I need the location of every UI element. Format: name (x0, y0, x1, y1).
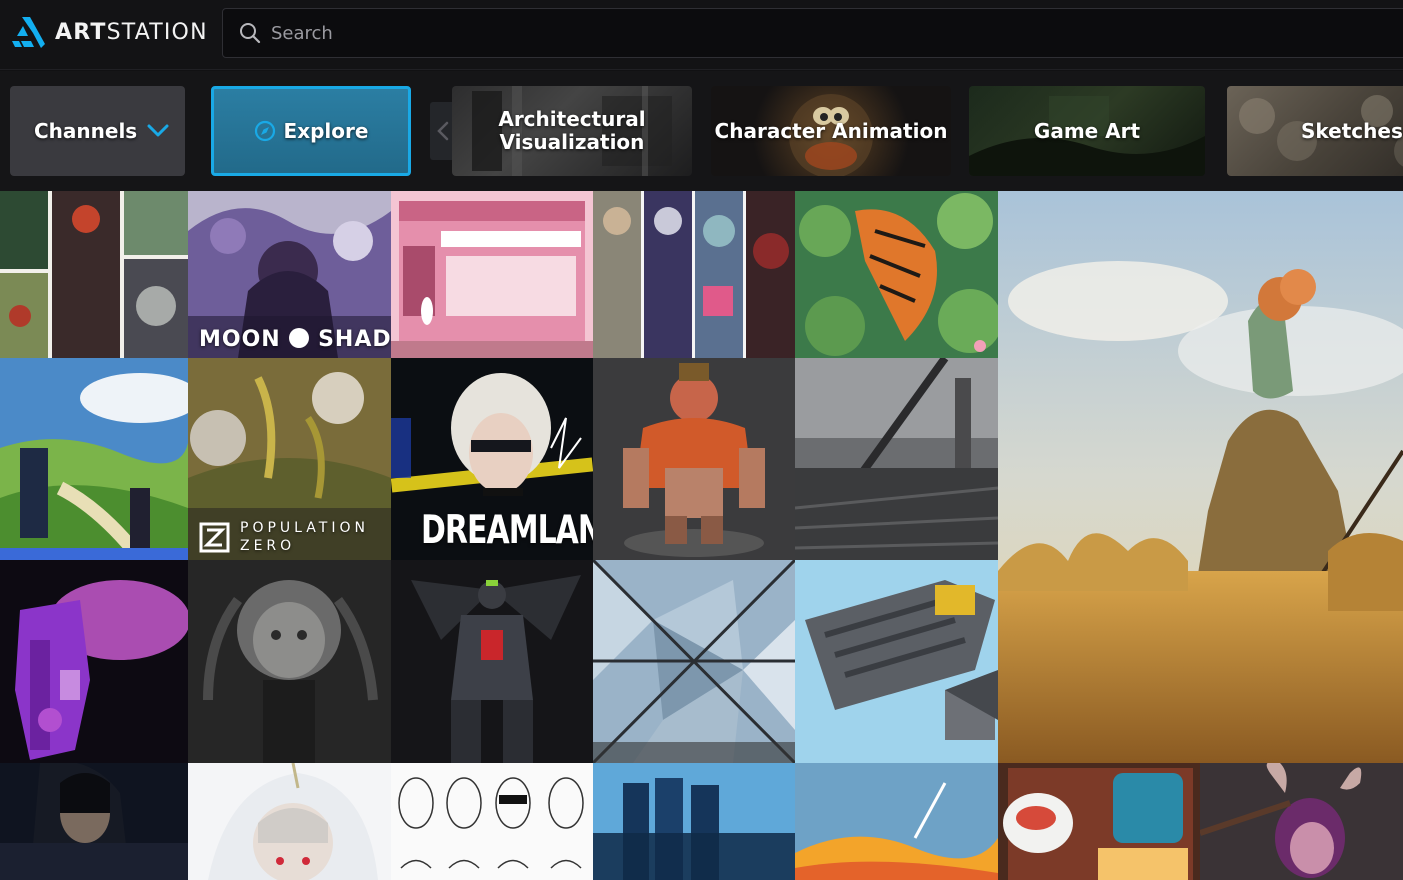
artwork-tile[interactable] (795, 358, 998, 560)
artwork-thumbnail (0, 763, 188, 880)
top-header: ARTSTATION (0, 0, 1403, 70)
artwork-tile[interactable] (593, 358, 795, 560)
artwork-tile[interactable] (0, 560, 188, 763)
artwork-thumbnail (795, 763, 998, 880)
channel-bar: Channels Explore Architectural Visualizat… (0, 71, 1403, 191)
artwork-thumbnail (0, 560, 188, 763)
artwork-tile[interactable] (0, 358, 188, 560)
artwork-tile[interactable] (593, 763, 795, 880)
artwork-thumbnail (391, 763, 593, 880)
artwork-tile-moon-shades[interactable]: MOON SHADES (188, 191, 391, 358)
artwork-thumbnail (1200, 763, 1403, 880)
channel-label: Architectural Visualization (498, 107, 646, 154)
artwork-thumbnail (795, 358, 998, 560)
search-input[interactable] (271, 22, 1171, 44)
artwork-tile[interactable] (0, 763, 188, 880)
logo-text: ARTSTATION (55, 19, 208, 45)
artstation-logo-icon (12, 17, 45, 48)
artwork-thumbnail (593, 358, 795, 560)
population-zero-title: POPULATION (240, 520, 369, 536)
chevron-down-icon (147, 124, 169, 137)
channel-label: Character Animation (714, 118, 948, 143)
artwork-thumbnail (593, 560, 795, 763)
artwork-thumbnail (593, 191, 795, 358)
channel-character-animation[interactable]: Character Animation (711, 86, 951, 176)
channels-dropdown[interactable]: Channels (10, 86, 185, 176)
artwork-tile[interactable] (391, 191, 593, 358)
channel-label: Game Art (1033, 118, 1141, 143)
artwork-tile-population-zero[interactable]: POPULATION ZERO (188, 358, 391, 560)
artwork-tile[interactable] (391, 763, 593, 880)
artwork-thumbnail (998, 191, 1403, 763)
dreamland-title: DREAMLAND (421, 508, 593, 554)
artwork-tile[interactable] (0, 191, 188, 358)
channel-game-art[interactable]: Game Art (969, 86, 1205, 176)
channel-architectural-visualization[interactable]: Architectural Visualization (452, 86, 692, 176)
artwork-thumbnail (188, 763, 391, 880)
search-bar[interactable] (222, 8, 1403, 58)
search-icon (240, 23, 261, 44)
artwork-thumbnail (998, 763, 1200, 880)
explore-button[interactable]: Explore (211, 86, 411, 176)
artwork-tile[interactable] (998, 763, 1200, 880)
artwork-tile-dreamland[interactable]: DREAMLAND (391, 358, 593, 560)
moon-shades-logo: MOON SHADES (199, 327, 391, 352)
artwork-tile[interactable] (593, 560, 795, 763)
artwork-thumbnail (0, 358, 188, 560)
artwork-thumbnail (795, 560, 998, 763)
artwork-tile[interactable] (188, 560, 391, 763)
channels-dropdown-label: Channels (34, 118, 138, 143)
compass-icon (254, 120, 275, 142)
artwork-tile[interactable] (1200, 763, 1403, 880)
artwork-thumbnail (795, 191, 998, 358)
artwork-thumbnail (391, 191, 593, 358)
artstation-logo[interactable]: ARTSTATION (9, 14, 208, 50)
artwork-tile[interactable] (795, 191, 998, 358)
chevron-left-icon (437, 121, 449, 141)
explore-label: Explore (283, 118, 369, 143)
artwork-tile[interactable] (593, 191, 795, 358)
artwork-tile-featured[interactable] (998, 191, 1403, 763)
artwork-tile[interactable] (795, 763, 998, 880)
artwork-grid: MOON SHADES (0, 191, 1403, 880)
artwork-tile[interactable] (795, 560, 998, 763)
artwork-thumbnail (593, 763, 795, 880)
artwork-tile[interactable] (391, 560, 593, 763)
channel-sketches[interactable]: Sketches (1227, 86, 1403, 176)
artwork-thumbnail (391, 560, 593, 763)
channel-label: Sketches (1301, 118, 1403, 143)
artwork-thumbnail (188, 560, 391, 763)
artwork-thumbnail (0, 191, 188, 358)
artwork-tile[interactable] (188, 763, 391, 880)
population-zero-subtitle: ZERO (240, 538, 296, 554)
